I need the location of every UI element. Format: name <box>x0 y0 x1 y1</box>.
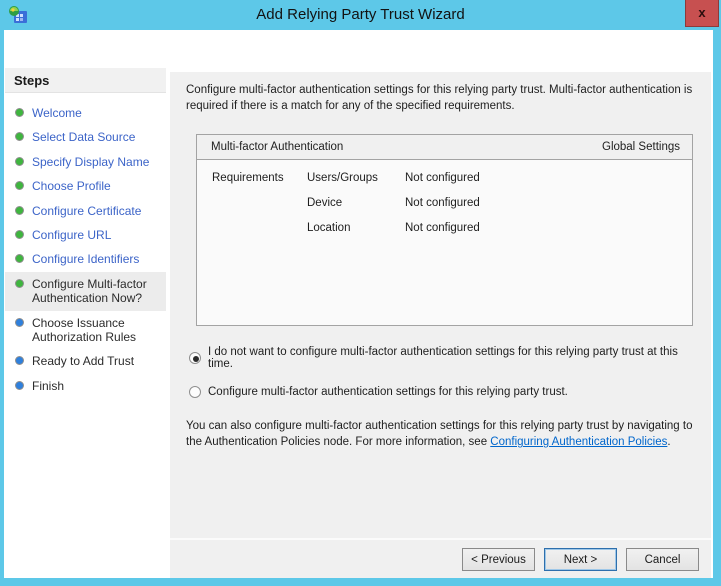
step-status-icon <box>15 205 24 215</box>
table-row: Requirements Users/Groups Not configured <box>197 172 692 184</box>
step-specify-display-name[interactable]: Specify Display Name <box>5 150 166 174</box>
footer-button-bar: < Previous Next > Cancel <box>170 538 711 578</box>
wizard-step-panel: Configure multi-factor authentication se… <box>170 72 711 578</box>
cancel-button[interactable]: Cancel <box>626 548 699 571</box>
note-text: You can also configure multi-factor auth… <box>186 418 697 450</box>
step-select-data-source[interactable]: Select Data Source <box>5 125 166 149</box>
step-ready-to-add-trust[interactable]: Ready to Add Trust <box>5 349 166 373</box>
step-status-icon <box>15 317 24 327</box>
step-choose-profile[interactable]: Choose Profile <box>5 174 166 198</box>
step-configure-mfa-now[interactable]: Configure Multi-factor Authentication No… <box>5 271 166 311</box>
mfa-settings-table: Multi-factor Authentication Global Setti… <box>196 134 693 327</box>
step-status-icon <box>15 229 24 239</box>
table-row: Location Not configured <box>197 222 692 234</box>
wizard-window: Add Relying Party Trust Wizard x Steps W… <box>0 0 721 586</box>
next-button[interactable]: Next > <box>544 548 617 571</box>
note-after-link: . <box>667 436 671 449</box>
window-title: Add Relying Party Trust Wizard <box>256 6 465 23</box>
step-finish[interactable]: Finish <box>5 374 166 398</box>
radio-configure-mfa[interactable]: Configure multi-factor authentication se… <box>189 386 701 399</box>
close-button[interactable]: x <box>685 0 719 27</box>
app-icon <box>8 5 28 25</box>
table-header-right: Global Settings <box>602 141 680 154</box>
intro-text: Configure multi-factor authentication se… <box>186 84 693 113</box>
dialog-body: Steps Welcome Select Data Source Specify… <box>4 30 713 578</box>
step-status-icon <box>15 278 24 288</box>
step-configure-identifiers[interactable]: Configure Identifiers <box>5 247 166 271</box>
radio-configure-mfa-label: Configure multi-factor authentication se… <box>208 386 568 399</box>
row-name: Location <box>307 222 351 235</box>
step-status-icon <box>15 156 24 166</box>
row-value: Not configured <box>405 222 480 235</box>
table-row: Device Not configured <box>197 197 692 209</box>
configuring-auth-policies-link[interactable]: Configuring Authentication Policies <box>490 436 667 448</box>
mfa-table-body: Requirements Users/Groups Not configured… <box>197 172 692 234</box>
step-configure-url[interactable]: Configure URL <box>5 223 166 247</box>
table-header-left: Multi-factor Authentication <box>211 141 344 154</box>
previous-button[interactable]: < Previous <box>462 548 535 571</box>
steps-header: Steps <box>5 68 166 93</box>
step-status-icon <box>15 181 24 191</box>
radio-skip-mfa-label: I do not want to configure multi-factor … <box>208 346 678 371</box>
radio-button-icon[interactable] <box>189 352 201 365</box>
row-group-label: Requirements <box>212 172 284 185</box>
row-value: Not configured <box>405 197 480 210</box>
step-status-icon <box>15 356 24 366</box>
steps-sidebar: Steps Welcome Select Data Source Specify… <box>5 68 166 578</box>
step-status-icon <box>15 108 24 117</box>
titlebar: Add Relying Party Trust Wizard x <box>0 0 721 30</box>
mfa-table-header: Multi-factor Authentication Global Setti… <box>197 135 692 161</box>
steps-list: Welcome Select Data Source Specify Displ… <box>5 101 166 398</box>
step-status-icon <box>15 254 24 264</box>
row-value: Not configured <box>405 172 480 185</box>
step-welcome[interactable]: Welcome <box>5 101 166 125</box>
step-choose-issuance-rules[interactable]: Choose Issuance Authorization Rules <box>5 311 166 350</box>
row-name: Users/Groups <box>307 172 378 185</box>
step-status-icon <box>15 132 24 142</box>
radio-skip-mfa[interactable]: I do not want to configure multi-factor … <box>189 346 701 370</box>
row-group-label <box>212 222 307 234</box>
row-group-label <box>212 197 307 209</box>
step-configure-certificate[interactable]: Configure Certificate <box>5 199 166 223</box>
radio-button-icon[interactable] <box>189 386 201 399</box>
row-name: Device <box>307 197 343 210</box>
step-status-icon <box>15 380 24 390</box>
